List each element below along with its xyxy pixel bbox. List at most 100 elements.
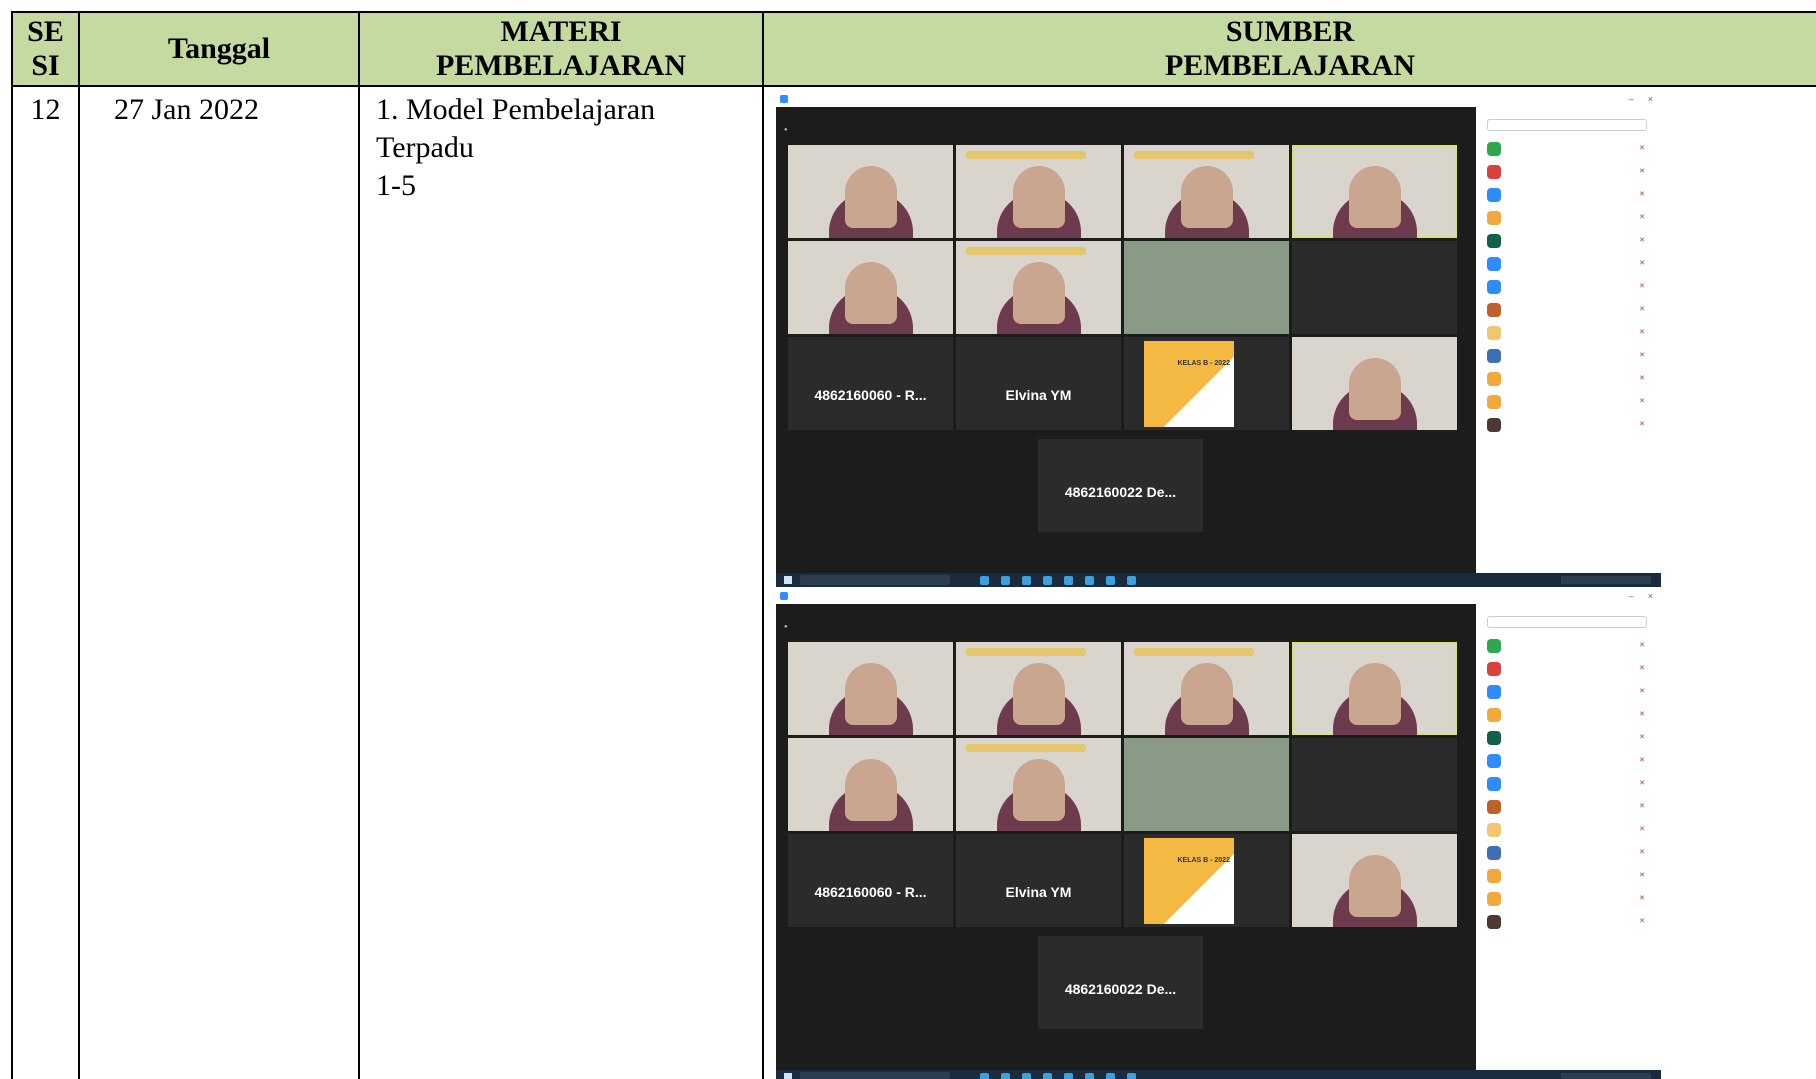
participant-avatar — [1487, 371, 1501, 386]
tile-name: 4862160060 - R... — [814, 883, 927, 900]
participant-row: ✕ — [1479, 413, 1655, 436]
tile-name: Elvina YM — [1005, 883, 1072, 900]
participant-row: ✕ — [1479, 321, 1655, 344]
participant-row: ✕ — [1479, 680, 1655, 703]
windows-start-icon — [784, 1073, 792, 1079]
participant-avatar — [1487, 753, 1501, 768]
taskbar-search — [800, 575, 950, 585]
participant-avatar — [1487, 141, 1501, 156]
video-tile — [956, 642, 1121, 735]
report-table: SE SI Tanggal MATERI PEMBELAJARAN SUMBER… — [11, 11, 1816, 1079]
header-materi-line2: PEMBELAJARAN — [435, 49, 686, 82]
participant-row: ✕ — [1479, 887, 1655, 910]
table-row: 12 27 Jan 2022 1. Model Pembelajaran Ter… — [11, 85, 1816, 1079]
participant-avatar — [1487, 684, 1501, 699]
zoom-screenshot: – × ● 4862160060 - R... Elvina YM KELAS … — [776, 91, 1661, 587]
participant-avatar — [1487, 914, 1501, 929]
participant-avatar — [1487, 822, 1501, 837]
participant-avatar — [1487, 279, 1501, 294]
poster-tile: KELAS B - 2022 — [1124, 834, 1289, 927]
cell-materi: 1. Model Pembelajaran Terpadu 1-5 — [358, 85, 764, 1079]
participant-avatar — [1487, 845, 1501, 860]
video-grid: 4862160060 - R... Elvina YM KELAS B - 20… — [788, 642, 1457, 927]
video-tile — [956, 241, 1121, 334]
participants-search — [1487, 616, 1647, 628]
video-tile — [1124, 241, 1289, 334]
participant-row: ✕ — [1479, 818, 1655, 841]
header-sumber: SUMBER PEMBELAJARAN — [762, 11, 1816, 87]
participant-avatar — [1487, 417, 1501, 432]
participant-row: ✕ — [1479, 703, 1655, 726]
header-materi: MATERI PEMBELAJARAN — [358, 11, 764, 87]
name-tile: 4862160022 De... — [1038, 439, 1203, 532]
tile-name: 4862160022 De... — [1064, 484, 1177, 500]
participant-avatar — [1487, 776, 1501, 791]
name-tile: Elvina YM — [956, 834, 1121, 927]
participant-row: ✕ — [1479, 841, 1655, 864]
participant-row: ✕ — [1479, 910, 1655, 933]
participant-row: ✕ — [1479, 657, 1655, 680]
video-tile-active — [1292, 145, 1457, 238]
windows-start-icon — [784, 576, 792, 584]
header-sesi: SE SI — [11, 11, 80, 87]
cell-sumber: – × ● 4862160060 - R... Elvina YM KELAS … — [762, 85, 1816, 1079]
name-tile: 4862160022 De... — [1038, 936, 1203, 1029]
participants-list: ✕ ✕ ✕ ✕ ✕ ✕ ✕ ✕ ✕ ✕ ✕ ✕ ✕ — [1479, 634, 1655, 933]
participant-avatar — [1487, 868, 1501, 883]
participant-row: ✕ — [1479, 390, 1655, 413]
participants-panel: ✕ ✕ ✕ ✕ ✕ ✕ ✕ ✕ ✕ ✕ ✕ ✕ ✕ — [1479, 604, 1655, 1070]
participant-row: ✕ — [1479, 206, 1655, 229]
taskbar-apps — [980, 1072, 1136, 1079]
participants-list: ✕ ✕ ✕ ✕ ✕ ✕ ✕ ✕ ✕ ✕ ✕ ✕ ✕ — [1479, 137, 1655, 436]
video-tile — [1124, 145, 1289, 238]
participant-avatar — [1487, 707, 1501, 722]
participant-avatar — [1487, 799, 1501, 814]
participant-row: ✕ — [1479, 726, 1655, 749]
header-sumber-line2: PEMBELAJARAN — [1164, 49, 1415, 82]
zoom-logo-icon — [780, 592, 788, 600]
video-tile — [1124, 738, 1289, 831]
participant-row: ✕ — [1479, 772, 1655, 795]
video-grid: 4862160060 - R... Elvina YM KELAS B - 20… — [788, 145, 1457, 430]
participant-avatar — [1487, 256, 1501, 271]
recording-indicator: ● — [784, 624, 788, 630]
participant-avatar — [1487, 661, 1501, 676]
participant-avatar — [1487, 638, 1501, 653]
participant-row: ✕ — [1479, 795, 1655, 818]
recording-indicator: ● — [784, 127, 788, 133]
taskbar-clock — [1561, 1073, 1651, 1079]
participant-row: ✕ — [1479, 160, 1655, 183]
participant-row: ✕ — [1479, 275, 1655, 298]
name-tile: 4862160060 - R... — [788, 337, 953, 430]
participant-row: ✕ — [1479, 344, 1655, 367]
header-tanggal: Tanggal — [78, 11, 360, 87]
poster-text: KELAS B - 2022 — [1177, 360, 1230, 367]
muted-mic-icon: ✕ — [1639, 917, 1645, 925]
participant-avatar — [1487, 891, 1501, 906]
zoom-screenshots: – × ● 4862160060 - R... Elvina YM KELAS … — [776, 91, 1816, 1079]
video-tile — [788, 642, 953, 735]
materi-line1: 1. Model Pembelajaran Terpadu — [376, 93, 656, 164]
video-tile — [1292, 241, 1457, 334]
participants-panel: ✕ ✕ ✕ ✕ ✕ ✕ ✕ ✕ ✕ ✕ ✕ ✕ ✕ — [1479, 107, 1655, 573]
header-sumber-line1: SUMBER — [1225, 15, 1355, 48]
video-tile-active — [1292, 642, 1457, 735]
participant-avatar — [1487, 187, 1501, 202]
windows-taskbar — [776, 573, 1661, 587]
header-sesi-line1: SE — [27, 15, 64, 48]
video-tile — [1292, 834, 1457, 927]
header-materi-line1: MATERI — [500, 15, 622, 48]
video-tile — [1292, 738, 1457, 831]
participant-row: ✕ — [1479, 298, 1655, 321]
participant-row: ✕ — [1479, 749, 1655, 772]
poster-tile: KELAS B - 2022 — [1124, 337, 1289, 430]
participant-row: ✕ — [1479, 367, 1655, 390]
header-sesi-line2: SI — [31, 49, 60, 82]
participant-row: ✕ — [1479, 864, 1655, 887]
participant-avatar — [1487, 325, 1501, 340]
zoom-logo-icon — [780, 95, 788, 103]
participant-avatar — [1487, 348, 1501, 363]
cell-sesi: 12 — [11, 85, 80, 1079]
participant-avatar — [1487, 210, 1501, 225]
participant-row: ✕ — [1479, 252, 1655, 275]
